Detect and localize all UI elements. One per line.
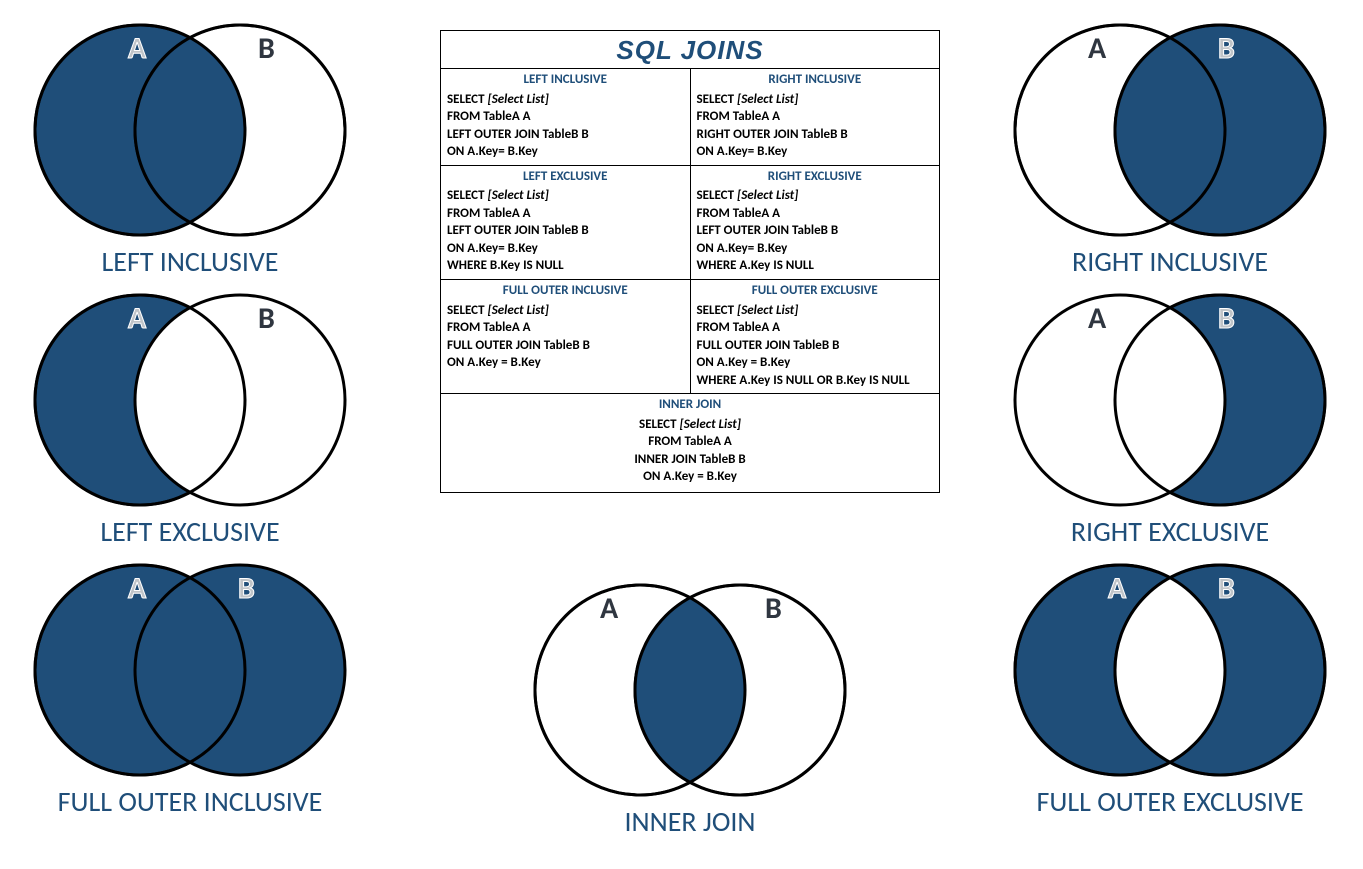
caption-left-exclusive: LEFT EXCLUSIVE	[20, 514, 360, 549]
code-line: ON A.Key= B.Key	[697, 143, 934, 161]
code-line: SELECT [Select List]	[447, 302, 684, 320]
code-line: FULL OUTER JOIN TableB B	[697, 337, 934, 355]
cell-full-outer-exclusive: FULL OUTER EXCLUSIVE SELECT [Select List…	[690, 280, 940, 393]
label-a: A	[1088, 30, 1106, 67]
cell-title: INNER JOIN	[447, 396, 933, 414]
code-line: RIGHT OUTER JOIN TableB B	[697, 126, 934, 144]
code-line: FULL OUTER JOIN TableB B	[447, 337, 684, 355]
caption-right-inclusive: RIGHT INCLUSIVE	[1000, 244, 1340, 279]
code-line: ON A.Key= B.Key	[447, 143, 684, 161]
code-line: LEFT OUTER JOIN TableB B	[447, 126, 684, 144]
label-a: A	[128, 300, 146, 337]
code-line: WHERE B.Key IS NULL	[447, 257, 684, 275]
label-b: B	[258, 30, 275, 67]
code-line: ON A.Key = B.Key	[447, 468, 933, 486]
label-b: B	[238, 570, 255, 607]
code-line: FROM TableA A	[447, 108, 684, 126]
code-line: FROM TableA A	[447, 433, 933, 451]
cell-inner-join: INNER JOIN SELECT [Select List] FROM Tab…	[441, 394, 939, 492]
code-line: WHERE A.Key IS NULL	[697, 257, 934, 275]
table-row: LEFT EXCLUSIVE SELECT [Select List] FROM…	[441, 165, 939, 279]
code-line: FROM TableA A	[447, 319, 684, 337]
caption-full-outer-inclusive: FULL OUTER INCLUSIVE	[20, 784, 360, 819]
code-line: LEFT OUTER JOIN TableB B	[697, 222, 934, 240]
table-row: FULL OUTER INCLUSIVE SELECT [Select List…	[441, 279, 939, 393]
label-b: B	[258, 300, 275, 337]
cell-title: FULL OUTER INCLUSIVE	[447, 282, 684, 300]
code-line: SELECT [Select List]	[447, 416, 933, 434]
cell-title: LEFT EXCLUSIVE	[447, 168, 684, 186]
code-line: FROM TableA A	[697, 319, 934, 337]
table-row: INNER JOIN SELECT [Select List] FROM Tab…	[441, 393, 939, 492]
venn-full-outer-inclusive: A B FULL OUTER INCLUSIVE	[20, 560, 360, 819]
cell-title: LEFT INCLUSIVE	[447, 71, 684, 89]
cell-full-outer-inclusive: FULL OUTER INCLUSIVE SELECT [Select List…	[441, 280, 690, 393]
code-line: SELECT [Select List]	[447, 187, 684, 205]
code-line: ON A.Key= B.Key	[447, 240, 684, 258]
caption-inner-join: INNER JOIN	[520, 804, 860, 839]
venn-right-exclusive: A B RIGHT EXCLUSIVE	[1000, 290, 1340, 549]
venn-full-outer-exclusive: A B FULL OUTER EXCLUSIVE	[1000, 560, 1340, 819]
reference-table: SQL JOINS LEFT INCLUSIVE SELECT [Select …	[440, 30, 940, 493]
label-a: A	[600, 590, 618, 627]
cell-title: FULL OUTER EXCLUSIVE	[697, 282, 934, 300]
code-line: FROM TableA A	[697, 108, 934, 126]
code-line: SELECT [Select List]	[697, 91, 934, 109]
table-title: SQL JOINS	[441, 31, 939, 68]
code-line: SELECT [Select List]	[697, 187, 934, 205]
cell-right-inclusive: RIGHT INCLUSIVE SELECT [Select List] FRO…	[690, 69, 940, 165]
code-line: ON A.Key = B.Key	[697, 354, 934, 372]
code-line: FROM TableA A	[697, 205, 934, 223]
label-a: A	[1088, 300, 1106, 337]
cell-left-exclusive: LEFT EXCLUSIVE SELECT [Select List] FROM…	[441, 166, 690, 279]
venn-inner-join: A B INNER JOIN	[520, 580, 860, 839]
code-line: SELECT [Select List]	[697, 302, 934, 320]
venn-left-inclusive: A B LEFT INCLUSIVE	[20, 20, 360, 279]
table-row: LEFT INCLUSIVE SELECT [Select List] FROM…	[441, 68, 939, 165]
label-a: A	[1108, 570, 1126, 607]
code-line: ON A.Key = B.Key	[447, 354, 684, 372]
code-line: ON A.Key= B.Key	[697, 240, 934, 258]
code-line: INNER JOIN TableB B	[447, 451, 933, 469]
code-line: LEFT OUTER JOIN TableB B	[447, 222, 684, 240]
code-line: FROM TableA A	[447, 205, 684, 223]
label-b: B	[1218, 570, 1235, 607]
caption-full-outer-exclusive: FULL OUTER EXCLUSIVE	[1000, 784, 1340, 819]
label-a: A	[128, 30, 146, 67]
code-line: SELECT [Select List]	[447, 91, 684, 109]
cell-title: RIGHT INCLUSIVE	[697, 71, 934, 89]
label-b: B	[1218, 300, 1235, 337]
venn-left-exclusive: A B LEFT EXCLUSIVE	[20, 290, 360, 549]
code-line: WHERE A.Key IS NULL OR B.Key IS NULL	[697, 372, 934, 390]
label-a: A	[128, 570, 146, 607]
cell-left-inclusive: LEFT INCLUSIVE SELECT [Select List] FROM…	[441, 69, 690, 165]
caption-right-exclusive: RIGHT EXCLUSIVE	[1000, 514, 1340, 549]
label-b: B	[765, 590, 782, 627]
cell-title: RIGHT EXCLUSIVE	[697, 168, 934, 186]
label-b: B	[1218, 30, 1235, 67]
caption-left-inclusive: LEFT INCLUSIVE	[20, 244, 360, 279]
cell-right-exclusive: RIGHT EXCLUSIVE SELECT [Select List] FRO…	[690, 166, 940, 279]
venn-right-inclusive: A B RIGHT INCLUSIVE	[1000, 20, 1340, 279]
